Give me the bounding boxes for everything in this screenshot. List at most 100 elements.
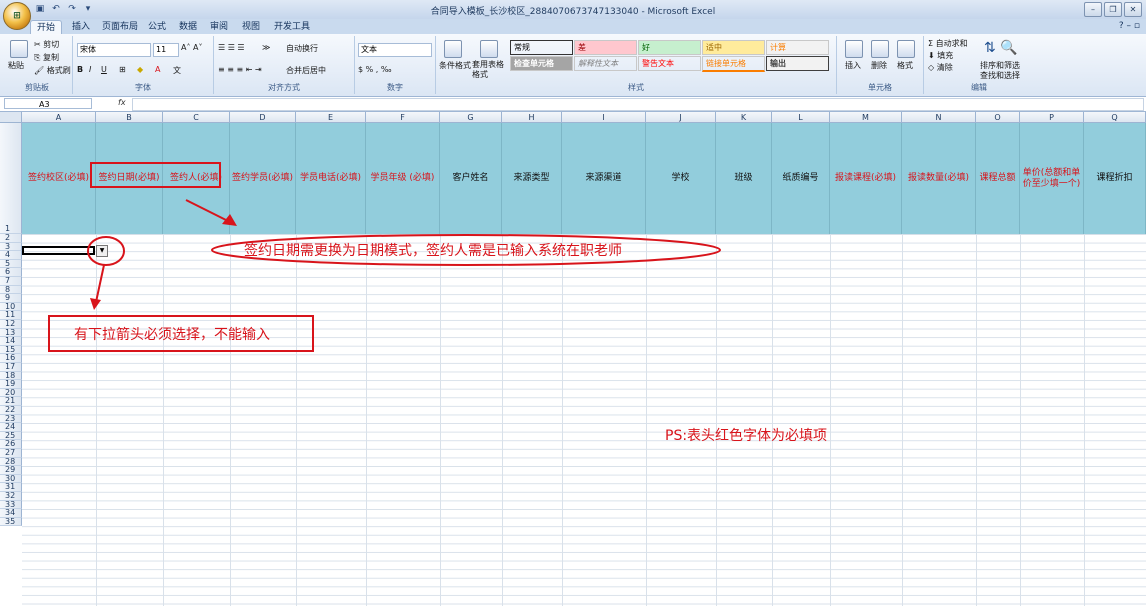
font-size-select[interactable]: 11 bbox=[153, 43, 179, 57]
row-header-7[interactable]: 7 bbox=[0, 276, 22, 286]
header-cell-school[interactable]: 学校 bbox=[646, 123, 716, 234]
column-header-k[interactable]: K bbox=[716, 112, 772, 123]
select-all-corner[interactable] bbox=[0, 112, 22, 123]
conditional-format-button[interactable]: 条件格式 bbox=[439, 60, 471, 71]
header-cell-total[interactable]: 课程总额 bbox=[976, 123, 1020, 234]
column-header-o[interactable]: O bbox=[976, 112, 1020, 123]
grow-font-icon[interactable]: A˄ A˅ bbox=[181, 43, 203, 52]
orientation-icon[interactable]: ≫ bbox=[262, 43, 270, 52]
align-left-icon[interactable]: ≡ ≡ ≡ ⇤ ⇥ bbox=[218, 65, 262, 74]
header-cell-paper-no[interactable]: 纸质编号 bbox=[772, 123, 830, 234]
header-cell-student[interactable]: 签约学员(必填) bbox=[230, 123, 296, 234]
header-cell-campus[interactable]: 签约校区(必填) bbox=[22, 123, 96, 234]
format-button[interactable]: 格式 bbox=[897, 60, 913, 71]
header-cell-class[interactable]: 班级 bbox=[716, 123, 772, 234]
office-button[interactable]: ⊞ bbox=[3, 2, 31, 30]
table-format-icon[interactable] bbox=[480, 40, 498, 58]
redo-icon[interactable]: ↷ bbox=[66, 3, 78, 15]
border-icon[interactable]: ⊞ bbox=[119, 65, 126, 74]
row-header-5[interactable]: 5 bbox=[0, 259, 22, 269]
copy-button[interactable]: ⎘ 复制 bbox=[34, 52, 59, 63]
restore-button[interactable]: ❐ bbox=[1104, 2, 1122, 17]
column-header-a[interactable]: A bbox=[22, 112, 96, 123]
column-header-h[interactable]: H bbox=[502, 112, 562, 123]
insert-cells-icon[interactable] bbox=[845, 40, 863, 58]
column-header-g[interactable]: G bbox=[440, 112, 502, 123]
header-cell-grade[interactable]: 学员年级 (必填) bbox=[366, 123, 440, 234]
column-header-m[interactable]: M bbox=[830, 112, 902, 123]
underline-icon[interactable]: U bbox=[101, 65, 107, 74]
selected-cell-a3[interactable] bbox=[22, 246, 95, 255]
style-linked-cell[interactable]: 链接单元格 bbox=[702, 56, 765, 72]
fill-button[interactable]: ⬇ 填充 bbox=[928, 50, 953, 61]
tab-home[interactable]: 开始 bbox=[30, 20, 63, 35]
delete-button[interactable]: 删除 bbox=[871, 60, 887, 71]
style-neutral[interactable]: 适中 bbox=[702, 40, 765, 55]
tab-data[interactable]: 数据 bbox=[173, 20, 203, 34]
header-cell-sign-date[interactable]: 签约日期(必填) bbox=[96, 123, 163, 234]
row-header-3[interactable]: 3 bbox=[0, 242, 22, 252]
column-header-l[interactable]: L bbox=[772, 112, 830, 123]
insert-button[interactable]: 插入 bbox=[845, 60, 861, 71]
tab-insert[interactable]: 插入 bbox=[66, 20, 96, 34]
conditional-format-icon[interactable] bbox=[444, 40, 462, 58]
style-good[interactable]: 好 bbox=[638, 40, 701, 55]
column-header-n[interactable]: N bbox=[902, 112, 976, 123]
percent-icon[interactable]: $ % , ‰ bbox=[358, 65, 392, 74]
name-box[interactable]: A3 bbox=[4, 98, 92, 109]
column-header-q[interactable]: Q bbox=[1084, 112, 1146, 123]
row-header-6[interactable]: 6 bbox=[0, 268, 22, 277]
style-normal[interactable]: 常规 bbox=[510, 40, 573, 55]
fx-icon[interactable]: fx bbox=[118, 98, 126, 107]
close-button[interactable]: ✕ bbox=[1124, 2, 1142, 17]
column-header-d[interactable]: D bbox=[230, 112, 296, 123]
column-header-b[interactable]: B bbox=[96, 112, 163, 123]
column-header-j[interactable]: J bbox=[646, 112, 716, 123]
number-format-select[interactable]: 文本 bbox=[358, 43, 432, 57]
row-header-35[interactable]: 35 bbox=[0, 517, 22, 527]
header-cell-discount[interactable]: 课程折扣 bbox=[1084, 123, 1146, 234]
clear-button[interactable]: ◇ 清除 bbox=[928, 62, 953, 73]
column-header-c[interactable]: C bbox=[163, 112, 230, 123]
row-header-1[interactable]: 1 bbox=[0, 123, 22, 234]
fill-color-icon[interactable]: ◆ bbox=[137, 65, 143, 74]
sort-icon[interactable]: ⇅ 🔍 bbox=[984, 40, 1018, 56]
style-calculation[interactable]: 计算 bbox=[766, 40, 829, 55]
row-header-8[interactable]: 8 bbox=[0, 285, 22, 295]
find-select-button[interactable]: 查找和选择 bbox=[980, 70, 1020, 81]
table-format-button[interactable]: 套用表格格式 bbox=[472, 60, 508, 80]
header-cell-quantity[interactable]: 报读数量(必填) bbox=[902, 123, 976, 234]
customize-qat-icon[interactable]: ▾ bbox=[82, 3, 94, 15]
autosum-button[interactable]: Σ 自动求和 bbox=[928, 38, 968, 49]
style-explanatory[interactable]: 解释性文本 bbox=[574, 56, 637, 71]
cell-grid[interactable] bbox=[22, 234, 1146, 606]
style-output[interactable]: 输出 bbox=[766, 56, 829, 71]
bold-icon[interactable]: B bbox=[77, 65, 83, 74]
formula-input[interactable] bbox=[132, 98, 1144, 111]
font-color-icon[interactable]: A bbox=[155, 65, 160, 74]
column-header-f[interactable]: F bbox=[366, 112, 440, 123]
help-icon[interactable]: ? – ▫ bbox=[1119, 21, 1140, 31]
header-cell-source-type[interactable]: 来源类型 bbox=[502, 123, 562, 234]
style-check-cell[interactable]: 检查单元格 bbox=[510, 56, 573, 71]
format-cells-icon[interactable] bbox=[897, 40, 915, 58]
italic-icon[interactable]: I bbox=[89, 65, 91, 74]
save-icon[interactable]: ▣ bbox=[34, 3, 46, 15]
style-warning[interactable]: 警告文本 bbox=[638, 56, 701, 71]
column-header-e[interactable]: E bbox=[296, 112, 366, 123]
row-header-4[interactable]: 4 bbox=[0, 251, 22, 260]
dropdown-arrow-icon[interactable]: ▼ bbox=[96, 245, 108, 257]
phonetic-icon[interactable]: 文 bbox=[173, 65, 181, 76]
font-name-select[interactable]: 宋体 bbox=[77, 43, 151, 57]
header-cell-phone[interactable]: 学员电话(必填) bbox=[296, 123, 366, 234]
tab-review[interactable]: 审阅 bbox=[204, 20, 234, 34]
merge-center-button[interactable]: 合并后居中 bbox=[286, 65, 326, 76]
minimize-button[interactable]: – bbox=[1084, 2, 1102, 17]
tab-view[interactable]: 视图 bbox=[236, 20, 266, 34]
cut-button[interactable]: ✂ 剪切 bbox=[34, 39, 59, 50]
paste-icon[interactable] bbox=[10, 40, 28, 58]
format-painter-button[interactable]: 🖌 格式刷 bbox=[34, 65, 71, 76]
header-cell-source-channel[interactable]: 来源渠道 bbox=[562, 123, 646, 234]
header-cell-customer[interactable]: 客户姓名 bbox=[440, 123, 502, 234]
wrap-text-button[interactable]: 自动换行 bbox=[286, 43, 318, 54]
